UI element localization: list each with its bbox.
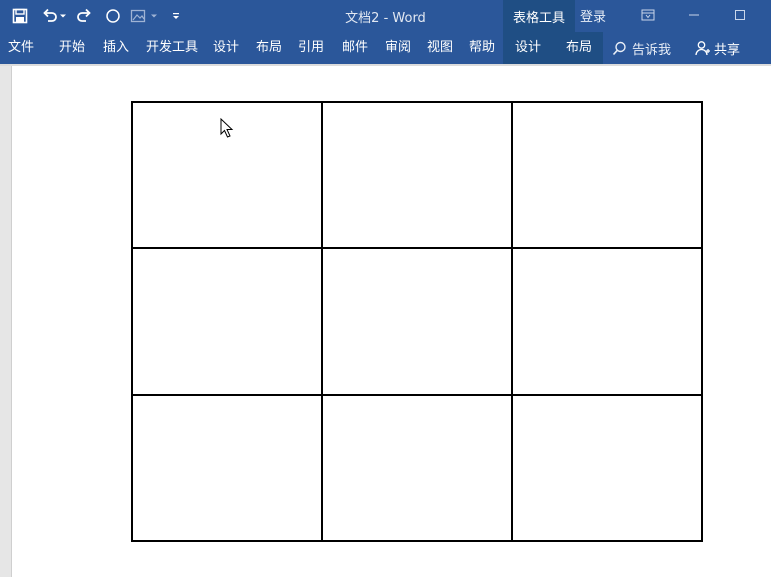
undo-icon[interactable] [40,6,60,26]
tab-home[interactable]: 开始 [59,32,85,64]
tell-me-search[interactable]: 告诉我 [612,32,671,64]
login-link[interactable]: 登录 [580,6,606,25]
tab-file[interactable]: 文件 [8,32,34,64]
table-cell[interactable] [321,247,513,396]
image-icon [128,6,148,26]
table-row [131,393,703,543]
share-label: 共享 [714,42,741,58]
ribbon-tabs: 文件 开始 插入 开发工具 设计 布局 引用 邮件 审阅 视图 帮助 设计 布局… [0,32,771,64]
tab-design[interactable]: 设计 [213,32,239,64]
tab-review[interactable]: 审阅 [385,32,411,64]
table-tools-context-label: 表格工具 [503,0,575,32]
tab-references[interactable]: 引用 [298,32,324,64]
tab-insert[interactable]: 插入 [103,32,129,64]
title-bar: 文档2 - Word 表格工具 登录 [0,0,771,32]
table-row [131,100,703,250]
save-icon[interactable] [10,6,30,26]
tab-table-layout[interactable]: 布局 [566,32,592,64]
share-button[interactable]: 共享 [695,32,740,64]
redo-icon[interactable] [74,6,94,26]
tab-mailings[interactable]: 邮件 [342,32,368,64]
table-cell[interactable] [131,247,323,396]
circle-icon[interactable] [103,6,123,26]
minimize-icon[interactable] [683,5,705,25]
tab-developer[interactable]: 开发工具 [146,32,198,64]
table-cell[interactable] [511,393,703,543]
table-cell[interactable] [321,393,513,543]
image-dropdown-icon [149,6,159,26]
tell-me-label: 告诉我 [632,42,672,58]
table-row [131,247,703,396]
document-table[interactable] [131,100,703,543]
table-cell[interactable] [511,247,703,396]
vertical-ruler [0,66,12,577]
table-cell[interactable] [511,100,703,250]
maximize-icon[interactable] [729,5,751,25]
person-add-icon [695,40,711,56]
customize-qat-icon[interactable] [166,6,186,26]
table-cell[interactable] [321,100,513,250]
table-cell[interactable] [131,393,323,543]
tab-table-design[interactable]: 设计 [515,32,541,64]
tab-view[interactable]: 视图 [427,32,453,64]
mouse-cursor-icon [220,117,234,142]
tab-help[interactable]: 帮助 [469,32,495,64]
lightbulb-search-icon [612,41,627,56]
undo-dropdown-icon[interactable] [58,6,68,26]
tab-layout[interactable]: 布局 [256,32,282,64]
ribbon-display-icon[interactable] [637,5,659,25]
